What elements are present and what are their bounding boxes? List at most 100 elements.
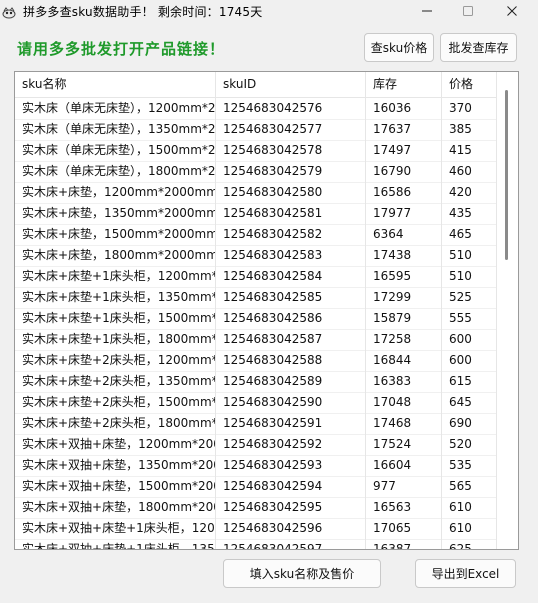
table-row[interactable]: 实木床+双抽+床垫，1500mm*2000mm12546830425949775…: [15, 476, 497, 498]
cell-sku-id[interactable]: 1254683042582: [216, 224, 366, 245]
table-row[interactable]: 实木床+床垫，1350mm*2000mm 1254683042581 17977 43…: [15, 203, 497, 225]
cell-stock[interactable]: 15879: [366, 308, 442, 329]
cell-price[interactable]: 610: [442, 497, 497, 518]
cell-stock[interactable]: 16604: [366, 455, 442, 476]
cell-stock[interactable]: 16036: [366, 98, 442, 119]
cell-price[interactable]: 690: [442, 413, 497, 434]
cell-price[interactable]: 435: [442, 203, 497, 224]
cell-stock[interactable]: 16387: [366, 539, 442, 549]
column-header-sku-id[interactable]: skuID: [216, 72, 366, 97]
cell-stock[interactable]: 16586: [366, 182, 442, 203]
table-row[interactable]: 实木床（单床无床垫），1350mm*2000mm1254683042577176…: [15, 119, 497, 141]
cell-stock[interactable]: 16595: [366, 266, 442, 287]
cell-sku-name[interactable]: 实木床+床垫+1床头柜，1500mm*2000mm: [15, 308, 216, 329]
cell-price[interactable]: 600: [442, 350, 497, 371]
table-row[interactable]: 实木床（单床无床垫），1500mm*2000mm1254683042578174…: [15, 140, 497, 162]
cell-price[interactable]: 555: [442, 308, 497, 329]
cell-sku-id[interactable]: 1254683042578: [216, 140, 366, 161]
table-row[interactable]: 实木床+双抽+床垫，1200mm*2000mm12546830425921752…: [15, 434, 497, 456]
cell-sku-name[interactable]: 实木床+双抽+床垫，1500mm*2000mm: [15, 476, 216, 497]
cell-stock[interactable]: 17438: [366, 245, 442, 266]
cell-sku-id[interactable]: 1254683042590: [216, 392, 366, 413]
cell-stock[interactable]: 17468: [366, 413, 442, 434]
cell-price[interactable]: 420: [442, 182, 497, 203]
column-header-stock[interactable]: 库存: [366, 72, 442, 97]
table-row[interactable]: 实木床+床垫+1床头柜，1800mm*2000mm125468304258717…: [15, 329, 497, 351]
cell-sku-id[interactable]: 1254683042576: [216, 98, 366, 119]
cell-stock[interactable]: 17258: [366, 329, 442, 350]
cell-sku-name[interactable]: 实木床+床垫+1床头柜，1350mm*2000mm: [15, 287, 216, 308]
cell-sku-id[interactable]: 1254683042595: [216, 497, 366, 518]
cell-sku-name[interactable]: 实木床+床垫+2床头柜，1350mm*2000mm: [15, 371, 216, 392]
cell-price[interactable]: 565: [442, 476, 497, 497]
cell-price[interactable]: 385: [442, 119, 497, 140]
column-header-price[interactable]: 价格: [442, 72, 497, 97]
cell-sku-name[interactable]: 实木床+双抽+床垫+1床头柜，1200mm*2000mm: [15, 518, 216, 539]
cell-sku-id[interactable]: 1254683042587: [216, 329, 366, 350]
check-stock-button[interactable]: 批发查库存: [440, 33, 517, 62]
table-row[interactable]: 实木床+床垫+2床头柜，1350mm*2000mm125468304258916…: [15, 371, 497, 393]
cell-sku-name[interactable]: 实木床+床垫+1床头柜，1800mm*2000mm: [15, 329, 216, 350]
cell-price[interactable]: 510: [442, 266, 497, 287]
cell-stock[interactable]: 16563: [366, 497, 442, 518]
table-row[interactable]: 实木床（单床无床垫），1800mm*2000mm1254683042579167…: [15, 161, 497, 183]
table-row[interactable]: 实木床+双抽+床垫，1350mm*2000mm12546830425931660…: [15, 455, 497, 477]
cell-sku-name[interactable]: 实木床+床垫，1200mm*2000mm: [15, 182, 216, 203]
cell-sku-name[interactable]: 实木床+床垫+1床头柜，1200mm*2000mm: [15, 266, 216, 287]
cell-price[interactable]: 610: [442, 518, 497, 539]
table-row[interactable]: 实木床+双抽+床垫+1床头柜，1350mm*2000mm125468304259…: [15, 539, 497, 549]
cell-sku-name[interactable]: 实木床+双抽+床垫，1200mm*2000mm: [15, 434, 216, 455]
check-sku-price-button[interactable]: 查sku价格: [364, 33, 434, 62]
minimize-button[interactable]: [405, 0, 449, 22]
table-row[interactable]: 实木床（单床无床垫），1200mm*2000mm1254683042576160…: [15, 98, 497, 120]
table-row[interactable]: 实木床+床垫+2床头柜，1500mm*2000mm125468304259017…: [15, 392, 497, 414]
cell-stock[interactable]: 16790: [366, 161, 442, 182]
cell-sku-id[interactable]: 1254683042593: [216, 455, 366, 476]
cell-sku-name[interactable]: 实木床+床垫，1800mm*2000mm: [15, 245, 216, 266]
export-excel-button[interactable]: 导出到Excel: [415, 559, 516, 588]
cell-sku-id[interactable]: 1254683042579: [216, 161, 366, 182]
table-row[interactable]: 实木床+床垫，1200mm*2000mm 1254683042580 16586 42…: [15, 182, 497, 204]
table-row[interactable]: 实木床+床垫+1床头柜，1200mm*2000mm125468304258416…: [15, 266, 497, 288]
cell-sku-id[interactable]: 1254683042585: [216, 287, 366, 308]
cell-price[interactable]: 460: [442, 161, 497, 182]
fill-sku-name-price-button[interactable]: 填入sku名称及售价: [223, 559, 381, 588]
table-row[interactable]: 实木床+床垫+2床头柜，1200mm*2000mm125468304258816…: [15, 350, 497, 372]
cell-sku-id[interactable]: 1254683042586: [216, 308, 366, 329]
table-row[interactable]: 实木床+床垫+1床头柜，1500mm*2000mm125468304258615…: [15, 308, 497, 330]
cell-sku-id[interactable]: 1254683042588: [216, 350, 366, 371]
cell-sku-id[interactable]: 1254683042592: [216, 434, 366, 455]
cell-sku-id[interactable]: 1254683042580: [216, 182, 366, 203]
cell-sku-name[interactable]: 实木床+床垫，1500mm*2000mm: [15, 224, 216, 245]
cell-stock[interactable]: 977: [366, 476, 442, 497]
cell-sku-name[interactable]: 实木床+双抽+床垫，1800mm*2000mm: [15, 497, 216, 518]
cell-sku-name[interactable]: 实木床+床垫+2床头柜，1500mm*2000mm: [15, 392, 216, 413]
cell-sku-id[interactable]: 1254683042596: [216, 518, 366, 539]
cell-sku-name[interactable]: 实木床+双抽+床垫+1床头柜，1350mm*2000mm: [15, 539, 216, 549]
cell-price[interactable]: 525: [442, 287, 497, 308]
table-row[interactable]: 实木床+床垫+2床头柜，1800mm*2000mm125468304259117…: [15, 413, 497, 435]
cell-stock[interactable]: 17637: [366, 119, 442, 140]
cell-price[interactable]: 370: [442, 98, 497, 119]
cell-stock[interactable]: 16383: [366, 371, 442, 392]
cell-sku-name[interactable]: 实木床+床垫+2床头柜，1200mm*2000mm: [15, 350, 216, 371]
cell-stock[interactable]: 6364: [366, 224, 442, 245]
cell-sku-id[interactable]: 1254683042589: [216, 371, 366, 392]
cell-sku-name[interactable]: 实木床（单床无床垫），1800mm*2000mm: [15, 161, 216, 182]
cell-price[interactable]: 600: [442, 329, 497, 350]
cell-sku-id[interactable]: 1254683042594: [216, 476, 366, 497]
cell-sku-id[interactable]: 1254683042577: [216, 119, 366, 140]
cell-stock[interactable]: 17497: [366, 140, 442, 161]
cell-price[interactable]: 645: [442, 392, 497, 413]
cell-sku-id[interactable]: 1254683042581: [216, 203, 366, 224]
cell-stock[interactable]: 17065: [366, 518, 442, 539]
cell-stock[interactable]: 17048: [366, 392, 442, 413]
cell-price[interactable]: 625: [442, 539, 497, 549]
sku-table[interactable]: sku名称 skuID 库存 价格 实木床（单床无床垫），1200mm*2000…: [14, 71, 519, 550]
column-header-sku-name[interactable]: sku名称: [15, 72, 216, 97]
cell-stock[interactable]: 17977: [366, 203, 442, 224]
cell-price[interactable]: 510: [442, 245, 497, 266]
cell-sku-name[interactable]: 实木床（单床无床垫），1500mm*2000mm: [15, 140, 216, 161]
cell-sku-name[interactable]: 实木床+床垫+2床头柜，1800mm*2000mm: [15, 413, 216, 434]
cell-price[interactable]: 415: [442, 140, 497, 161]
